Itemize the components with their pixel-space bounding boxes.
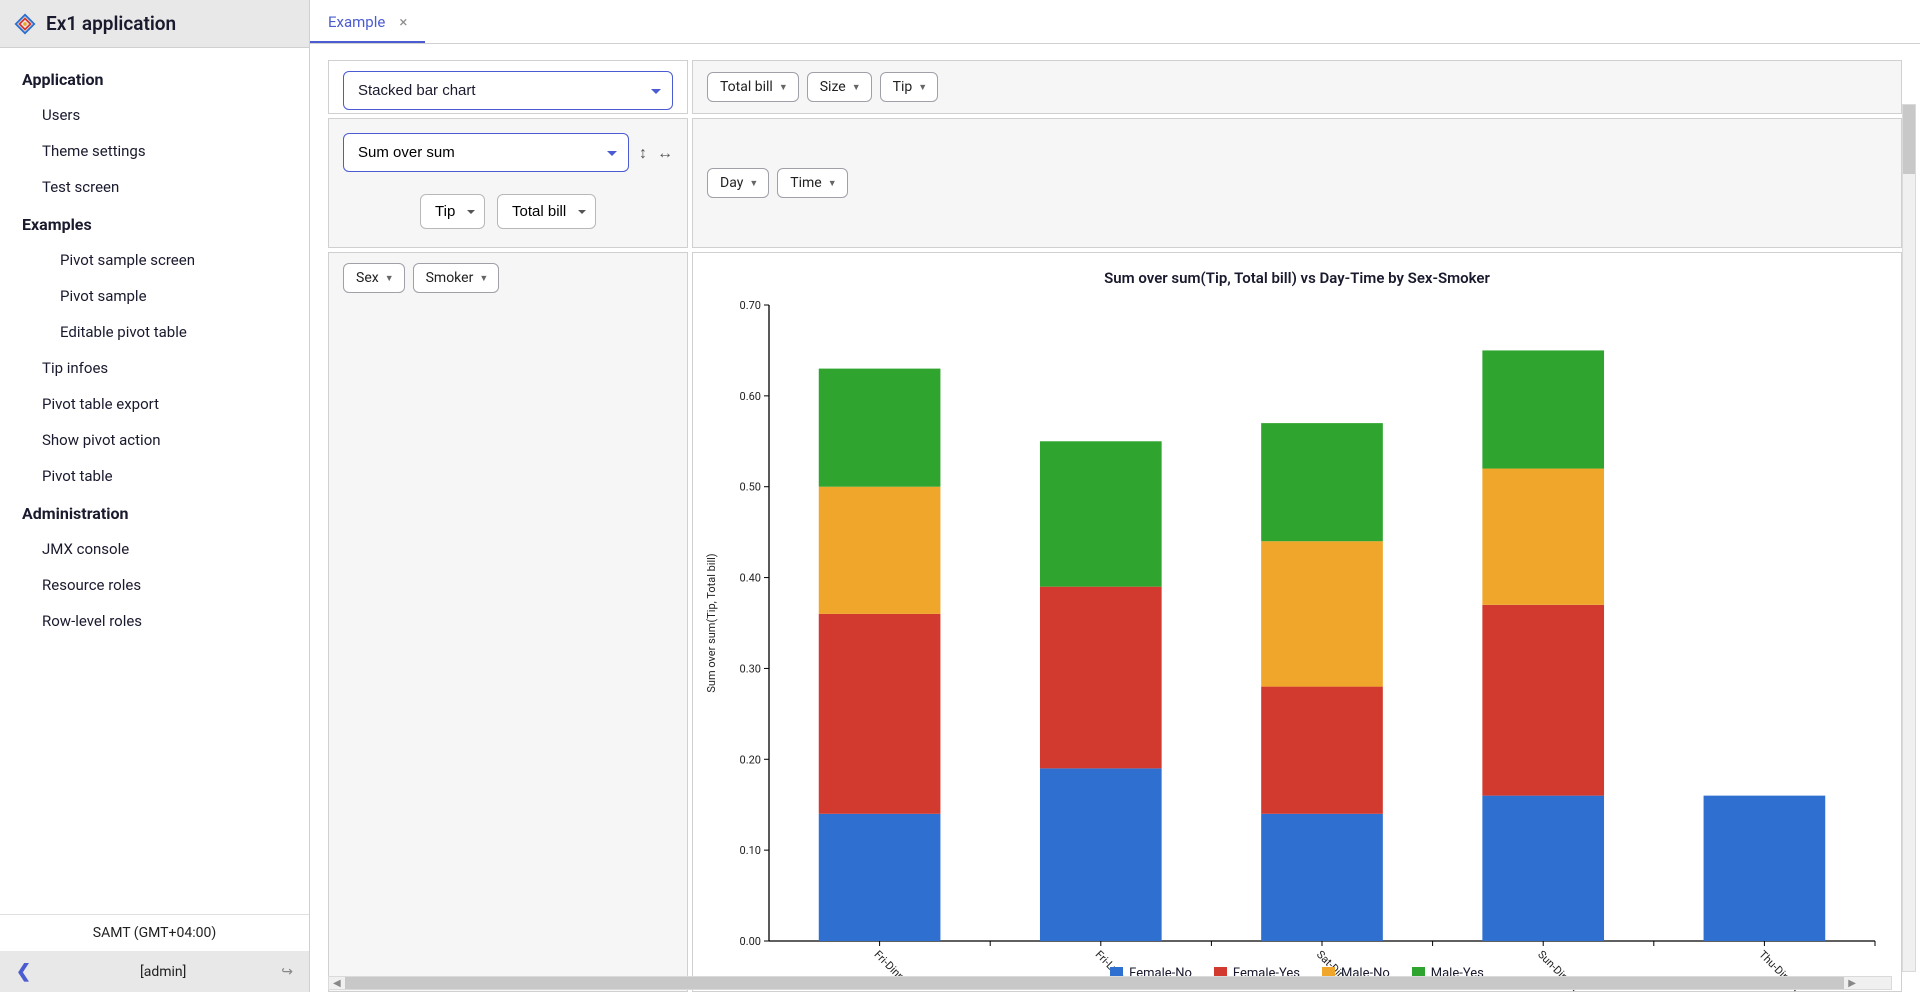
svg-text:0.30: 0.30: [740, 662, 761, 675]
main: Example × Stacked bar chart Total bill▼ …: [310, 0, 1920, 992]
field-chip-smoker[interactable]: Smoker▼: [413, 263, 500, 293]
nav-item-users[interactable]: Users: [0, 97, 309, 133]
aggregator-cell: Sum over sum ↕ ↔ Tip Total bill: [328, 118, 688, 248]
stacked-bar-chart: 0.00 0.10 0.20 0.30 0.40 0.50 0.60 0.70 Sum over…: [699, 295, 1895, 992]
agg-arg1-select[interactable]: Tip: [420, 194, 485, 229]
renderer-select[interactable]: Stacked bar chart: [343, 71, 673, 110]
sidebar-footer: SAMT (GMT+04:00) ❮ [admin] ↪: [0, 914, 309, 992]
chevron-down-icon: ▼: [918, 82, 927, 93]
svg-text:Sum over sum(Tip, Total bill): Sum over sum(Tip, Total bill): [705, 553, 718, 692]
nav-item-jmx-console[interactable]: JMX console: [0, 531, 309, 567]
tabbar: Example ×: [310, 0, 1920, 44]
unused-fields-cell: Total bill▼ Size▼ Tip▼: [692, 60, 1902, 114]
field-chip-time[interactable]: Time▼: [777, 168, 847, 198]
horizontal-scrollbar[interactable]: ◀ ▶: [328, 976, 1892, 990]
app-title: Ex1 application: [46, 12, 176, 35]
timezone-label: SAMT (GMT+04:00): [0, 915, 309, 951]
field-chip-total-bill[interactable]: Total bill▼: [707, 72, 799, 102]
agg-arg2-select[interactable]: Total bill: [497, 194, 596, 229]
svg-text:0.00: 0.00: [740, 935, 761, 948]
svg-text:0.50: 0.50: [740, 481, 761, 494]
tab-close-icon[interactable]: ×: [399, 13, 407, 31]
nav-item-test-screen[interactable]: Test screen: [0, 169, 309, 205]
nav-section-examples: Examples: [0, 205, 309, 242]
nav-item-pivot-table-export[interactable]: Pivot table export: [0, 386, 309, 422]
chevron-down-icon: ▼: [852, 82, 861, 93]
sidebar-header: Ex1 application: [0, 0, 309, 48]
chevron-down-icon: ▼: [385, 273, 394, 284]
nav: Application Users Theme settings Test sc…: [0, 48, 309, 914]
renderer-cell: Stacked bar chart: [328, 60, 688, 114]
field-chip-sex[interactable]: Sex▼: [343, 263, 405, 293]
field-chip-day[interactable]: Day▼: [707, 168, 769, 198]
logout-icon[interactable]: ↪: [281, 964, 293, 980]
user-name[interactable]: [admin]: [45, 964, 281, 980]
nav-section-application: Application: [0, 60, 309, 97]
nav-item-editable-pivot-table[interactable]: Editable pivot table: [0, 314, 309, 350]
nav-item-pivot-table[interactable]: Pivot table: [0, 458, 309, 494]
svg-text:0.10: 0.10: [740, 844, 761, 857]
tab-label: Example: [328, 13, 385, 31]
chevron-down-icon: ▼: [749, 178, 758, 189]
row-fields-cell: Sex▼ Smoker▼: [328, 252, 688, 992]
collapse-sidebar-icon[interactable]: ❮: [16, 961, 31, 982]
nav-item-pivot-sample[interactable]: Pivot sample: [0, 278, 309, 314]
user-row: ❮ [admin] ↪: [0, 951, 309, 992]
vertical-scrollbar[interactable]: [1902, 104, 1916, 972]
svg-text:0.40: 0.40: [740, 572, 761, 585]
nav-item-tip-infoes[interactable]: Tip infoes: [0, 350, 309, 386]
nav-item-pivot-sample-screen[interactable]: Pivot sample screen: [0, 242, 309, 278]
svg-text:0.60: 0.60: [740, 390, 761, 403]
chevron-down-icon: ▼: [479, 273, 488, 284]
svg-text:0.70: 0.70: [740, 299, 761, 312]
chevron-down-icon: ▼: [779, 82, 788, 93]
nav-item-row-level-roles[interactable]: Row-level roles: [0, 603, 309, 639]
tab-example[interactable]: Example ×: [310, 1, 425, 43]
col-fields-cell: Day▼ Time▼: [692, 118, 1902, 248]
chevron-down-icon: ▼: [828, 178, 837, 189]
nav-item-theme-settings[interactable]: Theme settings: [0, 133, 309, 169]
field-chip-tip[interactable]: Tip▼: [880, 72, 939, 102]
svg-text:0.20: 0.20: [740, 753, 761, 766]
sidebar: Ex1 application Application Users Theme …: [0, 0, 310, 992]
aggregator-select[interactable]: Sum over sum: [343, 133, 629, 172]
content: Stacked bar chart Total bill▼ Size▼ Tip▼…: [310, 44, 1920, 992]
app-root: Ex1 application Application Users Theme …: [0, 0, 1920, 992]
sort-vertical-icon[interactable]: ↕: [639, 143, 647, 163]
app-logo-icon: [14, 13, 36, 35]
sort-horizontal-icon[interactable]: ↔: [657, 143, 673, 163]
nav-item-resource-roles[interactable]: Resource roles: [0, 567, 309, 603]
renderer-select-wrap: Stacked bar chart: [343, 71, 673, 110]
nav-section-administration: Administration: [0, 494, 309, 531]
chart-title: Sum over sum(Tip, Total bill) vs Day-Tim…: [699, 269, 1895, 287]
chart-cell: Sum over sum(Tip, Total bill) vs Day-Tim…: [692, 252, 1902, 992]
pivot-grid: Stacked bar chart Total bill▼ Size▼ Tip▼…: [328, 60, 1902, 992]
field-chip-size[interactable]: Size▼: [807, 72, 872, 102]
nav-item-show-pivot-action[interactable]: Show pivot action: [0, 422, 309, 458]
